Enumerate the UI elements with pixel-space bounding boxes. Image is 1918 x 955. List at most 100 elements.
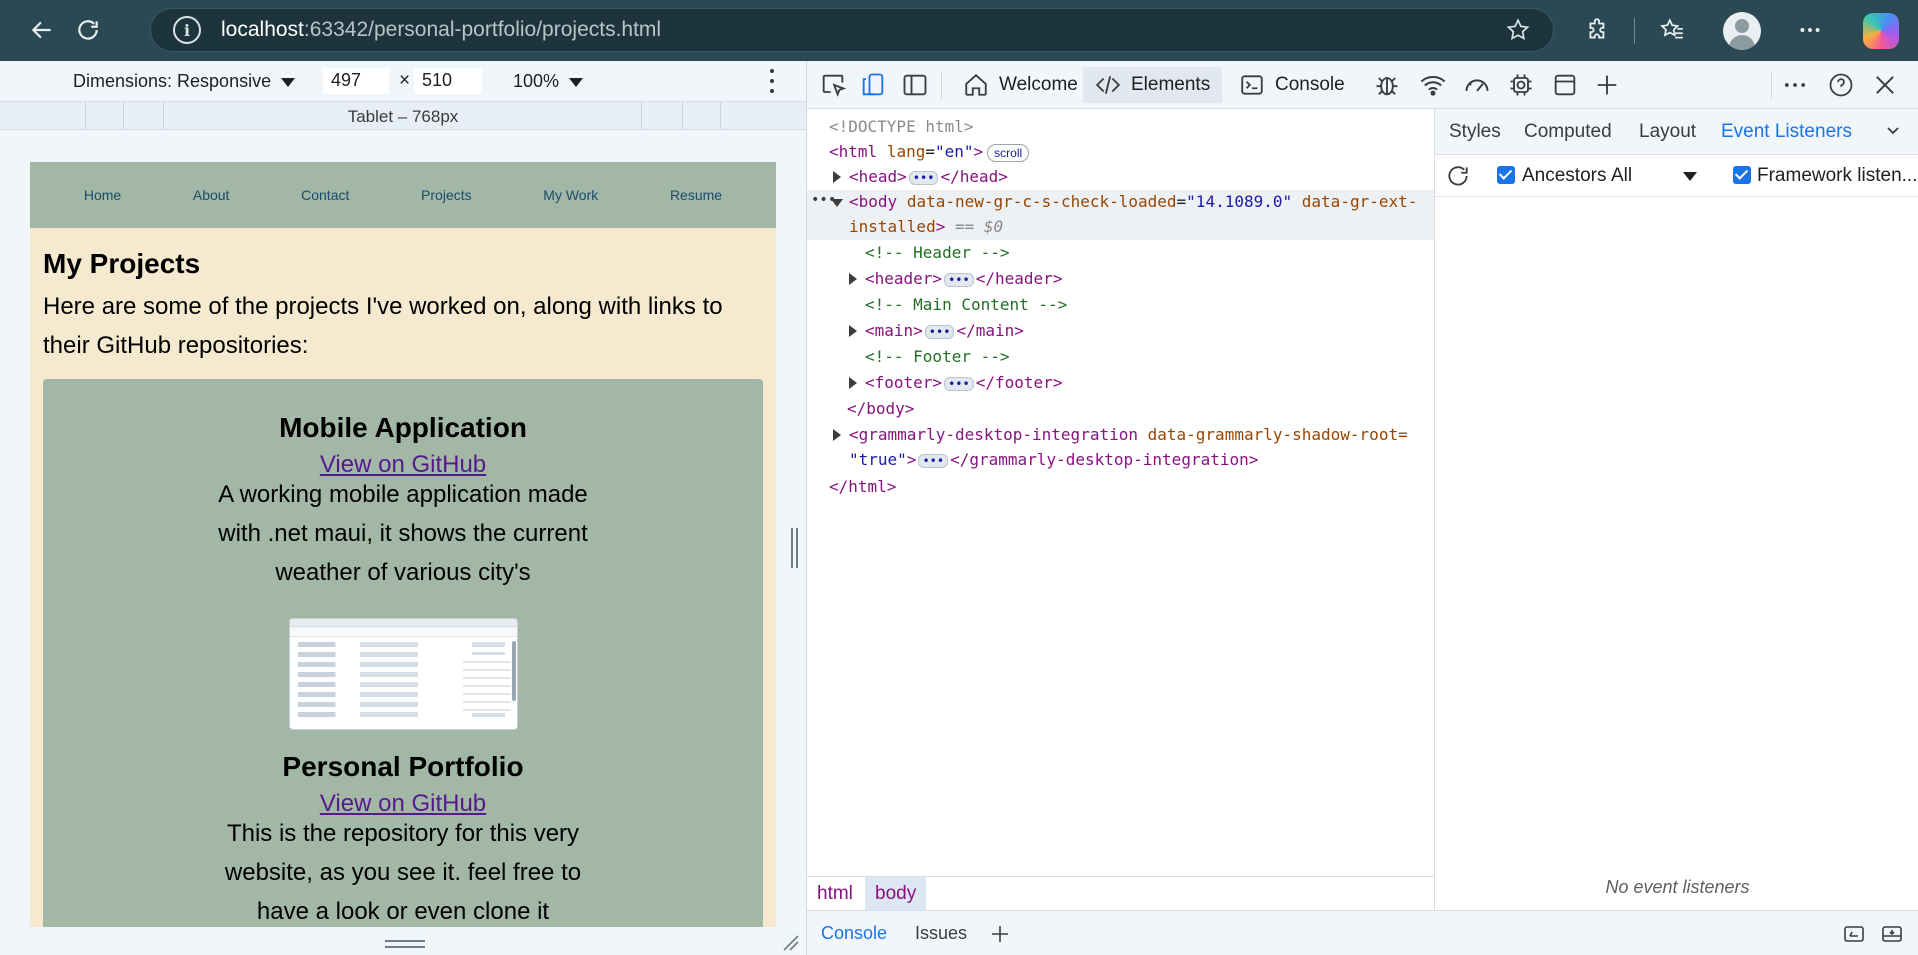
media-query-bar[interactable]: Tablet – 768px [0,101,806,130]
tab-elements[interactable]: Elements [1083,67,1223,103]
expand-triangle-icon[interactable] [833,429,841,441]
ellipsis-badge[interactable]: ••• [924,324,955,339]
dom-node-header[interactable]: <header> ••• </header> [807,267,1434,291]
nav-resume-link[interactable]: Resume [670,187,722,203]
dom-comment-header[interactable]: <!-- Header --> [807,241,1434,265]
add-drawer-tab-icon[interactable] [987,922,1013,946]
caret-down-icon [281,77,296,87]
device-emulation-icon[interactable] [859,71,887,99]
viewport-width-handle[interactable] [790,528,798,568]
close-drawer-icon[interactable] [1879,922,1905,946]
performance-gauge-icon[interactable] [1463,71,1491,99]
caret-down-icon[interactable] [1683,172,1697,181]
zoom-dropdown[interactable]: 100% [513,71,584,92]
height-input[interactable]: 510 [414,68,482,94]
dom-node-html-close[interactable]: </html> [807,475,1434,499]
extensions-button[interactable] [1578,10,1618,50]
width-input[interactable]: 497 [323,68,389,94]
devtools-drawer: Console Issues [807,910,1918,955]
intro-text: Here are some of the projects I've worke… [43,293,723,359]
inspect-element-icon[interactable] [819,71,847,99]
dom-node-footer[interactable]: <footer> ••• </footer> [807,371,1434,395]
copilot-icon[interactable] [1863,13,1899,49]
application-panel-icon[interactable] [1551,71,1579,99]
times-separator: × [399,70,411,91]
address-bar[interactable]: i localhost:63342/personal-portfolio/pro… [150,8,1554,52]
side-pane-tabs: Styles Computed Layout Event Listeners [1435,109,1918,155]
breadcrumb-html[interactable]: html [807,877,863,911]
dom-comment-footer[interactable]: <!-- Footer --> [807,345,1434,369]
ellipsis-badge[interactable]: ••• [908,170,939,185]
nav-about-link[interactable]: About [193,187,230,203]
dock-sidebar-icon[interactable] [901,71,929,99]
projects-container: Mobile Application View on GitHub A work… [43,379,763,927]
more-tools-icon[interactable] [1781,71,1809,99]
ancestors-checkbox[interactable] [1497,166,1515,184]
tab-computed[interactable]: Computed [1524,121,1612,143]
refresh-icon[interactable] [1445,163,1471,189]
bug-icon[interactable] [1373,71,1401,99]
ellipsis-badge[interactable]: ••• [918,453,949,468]
add-tool-icon[interactable] [1593,71,1621,99]
home-icon [965,74,987,96]
viewport-height-handle[interactable] [385,940,425,948]
ancestors-label: Ancestors [1522,165,1607,186]
scroll-badge[interactable]: scroll [987,143,1030,162]
dom-node-head[interactable]: <head> ••• </head> [807,165,1434,189]
project-description: A working mobile application made with .… [218,481,588,586]
expand-triangle-icon[interactable] [849,377,857,389]
ellipsis-badge[interactable]: ••• [944,272,974,287]
refresh-button[interactable] [68,10,108,50]
drawer-tab-issues[interactable]: Issues [915,923,967,944]
emulated-page: Home About Contact Projects My Work Resu… [30,162,776,927]
dom-node-main[interactable]: <main> ••• </main> [807,319,1434,343]
nav-my-work-link[interactable]: My Work [543,187,598,203]
dom-comment-main[interactable]: <!-- Main Content --> [807,293,1434,317]
page-heading: My Projects [43,248,201,279]
no-event-listeners-text: No event listeners [1605,877,1750,897]
device-toolbar: Dimensions: Responsive 497 × 510 100% [0,61,806,101]
nav-home-link[interactable]: Home [84,187,121,203]
ellipsis-badge[interactable]: ••• [944,376,974,391]
memory-chip-icon[interactable] [1507,71,1535,99]
expand-triangle-icon[interactable] [849,325,857,337]
nav-contact-link[interactable]: Contact [301,187,349,203]
expand-triangle-icon[interactable] [833,171,841,183]
url-text[interactable]: localhost:63342/personal-portfolio/proje… [221,18,661,42]
chevron-down-icon[interactable] [1885,123,1901,139]
back-button[interactable] [22,10,62,50]
caret-down-icon [569,77,584,87]
dom-node-doctype[interactable]: <!DOCTYPE html> [807,115,1434,139]
favorite-star-icon[interactable] [1505,17,1531,43]
breadcrumb-body[interactable]: body [865,877,927,911]
help-icon[interactable] [1827,71,1855,99]
tab-console[interactable]: Console [1227,67,1357,103]
dom-tree: <!DOCTYPE html> <html lang="en"> scroll <… [807,109,1434,883]
dimensions-dropdown[interactable]: Dimensions: Responsive [73,71,296,92]
nav-projects-link[interactable]: Projects [421,187,472,203]
favorites-button[interactable] [1652,10,1692,50]
listener-filter-select[interactable]: All [1611,165,1632,187]
dock-drawer-icon[interactable] [1841,922,1867,946]
tab-event-listeners[interactable]: Event Listeners [1721,121,1852,143]
site-nav: Home About Contact Projects My Work Resu… [30,162,776,228]
viewport-corner-resize-icon[interactable] [782,934,800,952]
tab-layout[interactable]: Layout [1639,121,1696,143]
expand-triangle-icon[interactable] [849,273,857,285]
tab-styles[interactable]: Styles [1449,121,1501,143]
tab-welcome[interactable]: Welcome [951,67,1090,103]
dom-node-body-close[interactable]: </body> [807,397,1434,421]
toolbar-separator [1634,18,1635,44]
collapse-triangle-icon[interactable] [831,199,843,207]
settings-more-button[interactable] [1790,10,1830,50]
dom-node-body[interactable]: ••• <body data-new-gr-c-s-check-loaded="… [807,190,1434,240]
network-wifi-icon[interactable] [1419,71,1447,99]
drawer-tab-console[interactable]: Console [821,923,887,944]
dom-node-html[interactable]: <html lang="en"> scroll [807,140,1434,164]
site-info-icon[interactable]: i [173,16,201,44]
framework-listeners-checkbox[interactable] [1733,166,1751,184]
dom-node-grammarly[interactable]: <grammarly-desktop-integration data-gram… [807,423,1434,473]
device-more-icon[interactable] [764,69,780,93]
close-devtools-icon[interactable] [1871,71,1899,99]
profile-avatar[interactable] [1723,12,1761,50]
